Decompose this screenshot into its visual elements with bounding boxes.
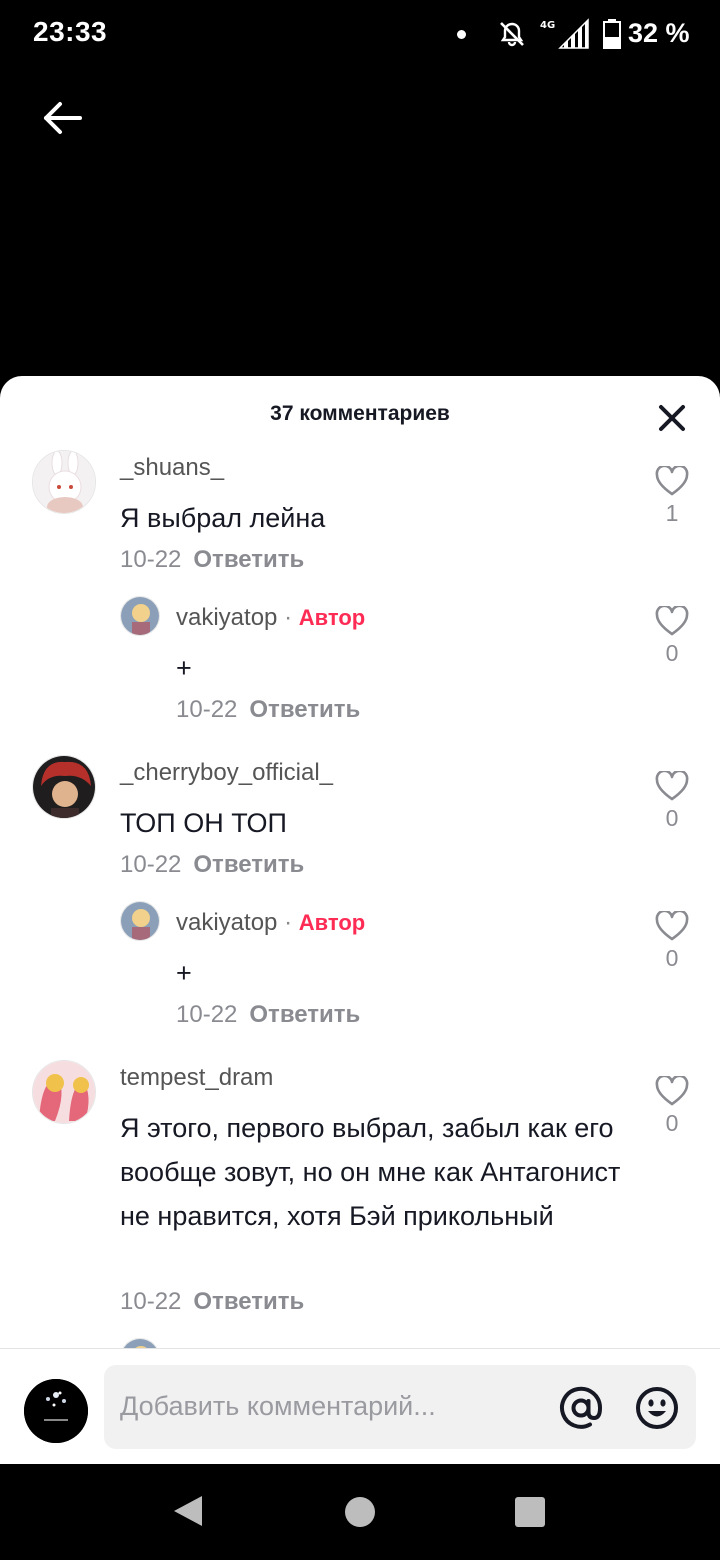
comment-text: Я выбрал лейна [120,503,326,533]
comments-sheet: 37 комментариев _shuans_ Я выбрал лейна [0,376,720,1464]
network-type: 4G [540,20,555,31]
reply-date: 10-22 [176,696,238,723]
avatar[interactable] [120,596,160,636]
like-count: 1 [665,500,679,526]
avatar[interactable] [32,1060,96,1124]
comment-date: 10-22 [120,546,182,573]
reply-meta: 10-22 Ответить [176,1001,360,1029]
reply-username-line: vakiyatop · Автор [176,604,366,631]
avatar[interactable] [32,755,96,819]
comment-input[interactable]: Добавить комментарий... [104,1365,696,1449]
like-count: 0 [665,1110,679,1136]
heart-icon [655,606,689,636]
avatar[interactable] [32,450,96,514]
emoji-icon[interactable] [634,1385,680,1431]
comment-date: 10-22 [120,1288,182,1315]
signal-icon: 4G [540,18,589,49]
reply-button[interactable]: Ответить [193,546,304,573]
notification-dot-icon [457,30,466,39]
comment-input-placeholder: Добавить комментарий... [120,1391,436,1421]
reply-button[interactable]: Ответить [249,696,360,723]
like-count: 0 [665,945,679,971]
like-button[interactable]: 0 [652,1076,692,1137]
heart-icon [655,911,689,941]
reply-text: + [176,958,192,988]
reply-button[interactable]: Ответить [193,851,304,878]
like-button[interactable]: 1 [652,466,692,527]
reply-date: 10-22 [176,1001,238,1028]
reply-button[interactable]: Ответить [193,1288,304,1315]
comment-meta: 10-22 Ответить [120,1288,304,1316]
system-nav-bar [0,1464,720,1560]
comment-meta: 10-22 Ответить [120,851,304,879]
author-badge: Автор [298,910,366,935]
comment-text: Я этого, первого выбрал, забыл как его в… [120,1113,621,1231]
like-count: 0 [665,805,679,831]
heart-icon [655,466,689,496]
reply-text: + [176,653,192,683]
nav-recent-apps-icon[interactable] [515,1497,545,1527]
comment-date: 10-22 [120,851,182,878]
comment-list[interactable]: _shuans_ Я выбрал лейна 10-22 Ответить 1 … [0,376,720,1378]
back-arrow-icon[interactable] [40,96,84,140]
comment-input-bar: Добавить комментарий... [0,1348,720,1464]
status-bar: 23:33 4G 32 % [0,0,720,70]
my-avatar[interactable] [24,1379,88,1443]
like-button[interactable]: 0 [652,771,692,832]
battery-percent: 32 % [628,18,690,48]
reply-username[interactable]: vakiyatop [176,604,277,631]
reply-username-line: vakiyatop · Автор [176,909,366,936]
like-count: 0 [665,640,679,666]
reply-meta: 10-22 Ответить [176,696,360,724]
heart-icon [655,1076,689,1106]
nav-home-icon[interactable] [345,1497,375,1527]
bell-off-icon [500,22,524,47]
status-time: 23:33 [33,16,108,47]
comment-text: ТОП ОН ТОП [120,808,287,838]
comment-meta: 10-22 Ответить [120,546,304,574]
nav-back-icon[interactable] [172,1494,204,1528]
author-badge: Автор [298,605,366,630]
comment-username[interactable]: tempest_dram [120,1064,273,1092]
heart-icon [655,771,689,801]
reply-username[interactable]: vakiyatop [176,909,277,936]
avatar[interactable] [120,901,160,941]
battery-icon [603,19,621,49]
comment-username[interactable]: _cherryboy_official_ [120,759,333,787]
like-button[interactable]: 0 [652,911,692,972]
like-button[interactable]: 0 [652,606,692,667]
reply-button[interactable]: Ответить [249,1001,360,1028]
comment-username[interactable]: _shuans_ [120,454,224,482]
at-icon[interactable] [558,1385,604,1431]
